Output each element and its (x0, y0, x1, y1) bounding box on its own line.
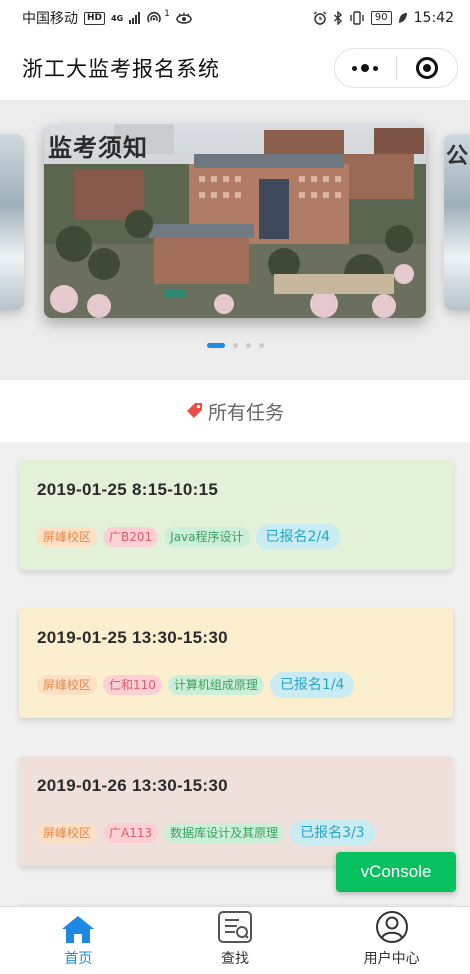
task-card[interactable]: 2019-01-26 13:30-15:30 屏峰校区 广A113 数据库设计及… (19, 756, 453, 866)
vconsole-button[interactable]: vConsole (336, 852, 456, 892)
task-card[interactable]: 2019-01-25 8:15-10:15 屏峰校区 广B201 Java程序设… (19, 460, 453, 570)
banner-next-caption: 公 (446, 144, 469, 169)
home-icon (62, 916, 95, 943)
carousel-dot[interactable] (232, 343, 238, 348)
carousel-dot[interactable] (245, 343, 251, 348)
banner-caption: 监考须知 (48, 134, 148, 162)
clock-time: 15:42 (413, 10, 454, 26)
search-doc-icon (218, 911, 252, 943)
mini-program-capsule (334, 48, 458, 88)
page-title: 浙工大监考报名系统 (22, 57, 220, 81)
notification-count: 1 (164, 9, 170, 19)
hotspot-icon (147, 11, 161, 23)
course-tag: 数据库设计及其原理 (164, 823, 285, 843)
signup-count-badge: 已报名3/3 (290, 820, 375, 846)
campus-tag: 屏峰校区 (37, 675, 98, 695)
signup-count-badge: 已报名1/4 (269, 672, 355, 698)
hd-badge: HD (84, 11, 106, 25)
bottom-tab-bar: 首页 查找 用户中心 (0, 906, 470, 974)
tab-home-label: 首页 (64, 951, 93, 967)
room-tag: 广A113 (103, 823, 159, 843)
more-dot-icon (373, 65, 379, 71)
banner-slide-prev[interactable] (0, 134, 24, 310)
signup-count-badge: 已报名2/4 (255, 524, 341, 550)
campus-tag: 屏峰校区 (37, 823, 98, 843)
battery-indicator: 90 (370, 11, 392, 25)
close-circle-icon (415, 57, 438, 79)
nav-header: 浙工大监考报名系统 (0, 36, 470, 100)
section-title: 所有任务 (207, 401, 284, 424)
banner-slide-next[interactable]: 公 (444, 134, 470, 310)
eye-icon (176, 12, 192, 24)
room-tag: 仁和110 (103, 675, 162, 695)
network-label: 4G (111, 13, 124, 23)
alarm-icon (313, 11, 327, 25)
vibrate-icon (350, 11, 364, 25)
tag-icon (186, 403, 202, 418)
tab-user-center[interactable]: 用户中心 (313, 907, 470, 974)
more-dot-icon (361, 64, 370, 72)
tab-search[interactable]: 查找 (157, 907, 314, 974)
signal-icon (129, 12, 141, 24)
close-button[interactable] (397, 49, 458, 87)
task-time: 2019-01-25 8:15-10:15 (37, 480, 219, 499)
campus-tag: 屏峰校区 (37, 527, 98, 547)
task-tags: 屏峰校区 仁和110 计算机组成原理 已报名1/4 (37, 672, 453, 698)
leaf-icon (398, 13, 407, 23)
task-time: 2019-01-25 13:30-15:30 (37, 628, 228, 647)
more-button[interactable] (335, 49, 396, 87)
bluetooth-icon (333, 11, 342, 25)
section-header: 所有任务 (0, 380, 470, 442)
user-icon (375, 911, 408, 943)
more-dot-icon (352, 65, 358, 71)
tab-home[interactable]: 首页 (0, 907, 157, 974)
course-tag: 计算机组成原理 (167, 675, 264, 695)
task-time: 2019-01-26 13:30-15:30 (37, 776, 228, 795)
room-tag: 广B201 (103, 527, 159, 547)
banner-carousel[interactable]: 监考须知 公 (0, 100, 470, 380)
tab-search-label: 查找 (221, 951, 249, 967)
carousel-dot[interactable] (258, 343, 264, 348)
task-card[interactable]: 2019-01-25 13:30-15:30 屏峰校区 仁和110 计算机组成原… (19, 608, 453, 718)
tab-user-center-label: 用户中心 (363, 951, 420, 967)
task-tags: 屏峰校区 广A113 数据库设计及其原理 已报名3/3 (37, 820, 453, 846)
task-list[interactable]: 2019-01-25 8:15-10:15 屏峰校区 广B201 Java程序设… (0, 442, 470, 906)
carousel-dot[interactable] (206, 343, 225, 348)
task-tags: 屏峰校区 广B201 Java程序设计 已报名2/4 (37, 524, 453, 550)
carrier-label: 中国移动 (22, 11, 78, 27)
course-tag: Java程序设计 (164, 527, 250, 547)
status-bar: 中国移动 HD 4G 1 90 15:42 (0, 0, 470, 36)
carousel-indicator (0, 343, 470, 348)
banner-slide-current[interactable]: 监考须知 (44, 124, 426, 318)
